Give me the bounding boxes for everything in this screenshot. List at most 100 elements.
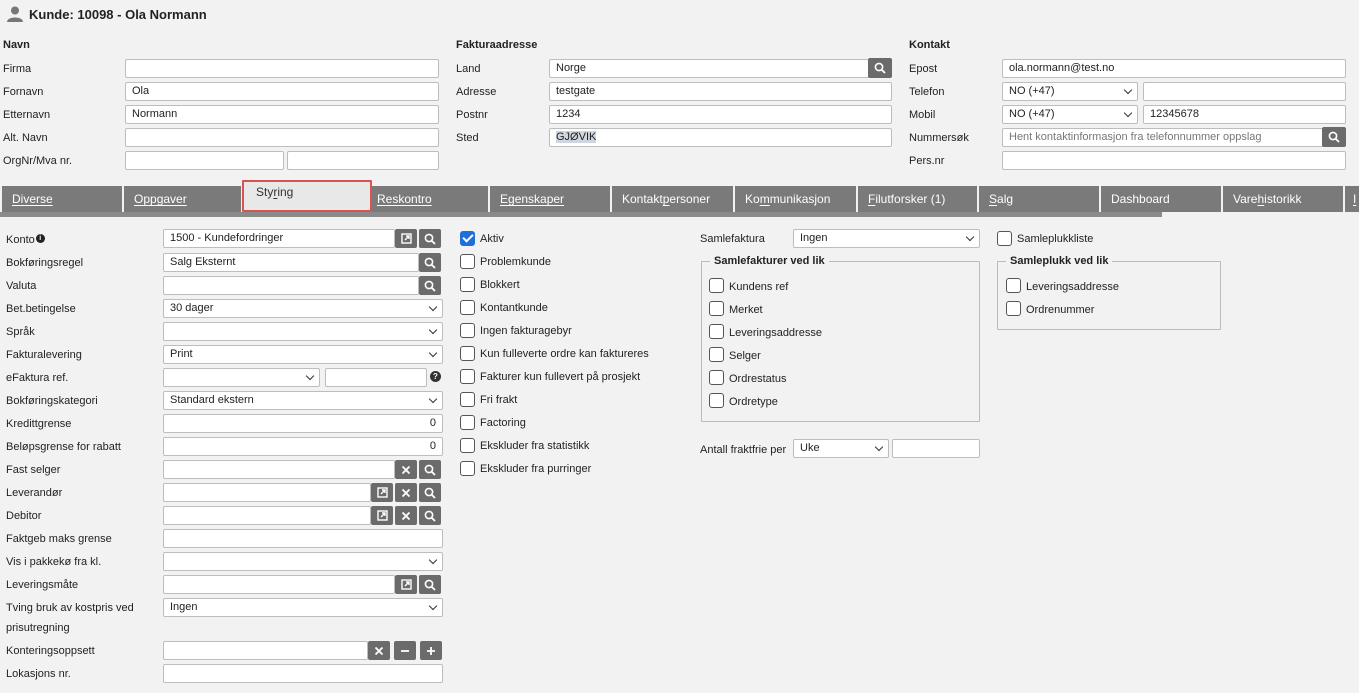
- checkbox[interactable]: [460, 369, 475, 384]
- persnr-input[interactable]: [1002, 151, 1346, 170]
- search-icon: [424, 233, 436, 245]
- tab-diverse[interactable]: Diverse: [2, 186, 122, 212]
- debitor-input[interactable]: [163, 506, 371, 525]
- firma-label: Firma: [3, 63, 32, 75]
- tab-filutforsker[interactable]: Filutforsker (1): [858, 186, 977, 212]
- checkbox[interactable]: [460, 415, 475, 430]
- checkbox[interactable]: [460, 277, 475, 292]
- tab-varehistorikk[interactable]: Varehistorikk: [1223, 186, 1343, 212]
- tab-dashboard[interactable]: Dashboard: [1101, 186, 1221, 212]
- leveringsmate-open-button[interactable]: [395, 575, 417, 594]
- land-search-button[interactable]: [868, 58, 892, 78]
- samleplukkliste-checkbox[interactable]: [997, 231, 1012, 246]
- checkbox[interactable]: [460, 346, 475, 361]
- leveringsmate-input[interactable]: [163, 575, 395, 594]
- leverandor-open-button[interactable]: [371, 483, 393, 502]
- telefon-input[interactable]: [1143, 82, 1346, 101]
- checkbox[interactable]: [460, 461, 475, 476]
- debitor-open-button[interactable]: [371, 506, 393, 525]
- tab-salg[interactable]: Salg: [979, 186, 1099, 212]
- tab-styring[interactable]: Styring: [242, 180, 372, 212]
- konto-open-button[interactable]: [395, 229, 417, 248]
- fast-selger-clear-button[interactable]: [395, 460, 417, 479]
- tab-reskontro[interactable]: Reskontro: [367, 186, 488, 212]
- checkbox[interactable]: [460, 323, 475, 338]
- tab-kommunikasjon[interactable]: Kommunikasjon: [735, 186, 856, 212]
- tab-oppgaver[interactable]: Oppgaver: [124, 186, 241, 212]
- checkbox[interactable]: [460, 231, 475, 246]
- leverandor-clear-button[interactable]: [395, 483, 417, 502]
- firma-input[interactable]: [125, 59, 439, 78]
- tab-overflow[interactable]: I: [1345, 186, 1359, 212]
- external-link-icon: [400, 233, 412, 244]
- leverandor-search-button[interactable]: [419, 483, 441, 502]
- vis-pakkeko-select[interactable]: [163, 552, 443, 571]
- samlefakturer-checkbox[interactable]: [709, 370, 724, 385]
- checkbox-label: Factoring: [480, 417, 526, 429]
- land-input[interactable]: Norge: [549, 59, 869, 78]
- checkbox[interactable]: [460, 438, 475, 453]
- checkbox-label: Problemkunde: [480, 256, 551, 268]
- debitor-clear-button[interactable]: [395, 506, 417, 525]
- sted-input[interactable]: GJØVIK: [549, 128, 892, 147]
- info-icon: i: [35, 234, 45, 243]
- sprak-select[interactable]: [163, 322, 443, 341]
- checkbox[interactable]: [460, 254, 475, 269]
- fast-selger-search-button[interactable]: [419, 460, 441, 479]
- tab-egenskaper[interactable]: Egenskaper: [490, 186, 610, 212]
- kontering-input[interactable]: [163, 641, 368, 660]
- mobil-country-select[interactable]: NO (+47): [1002, 105, 1138, 124]
- mobil-input[interactable]: 12345678: [1143, 105, 1346, 124]
- konto-search-button[interactable]: [419, 229, 441, 248]
- tab-kontaktpersoner[interactable]: Kontaktpersoner: [612, 186, 733, 212]
- checkbox[interactable]: [460, 300, 475, 315]
- checkbox[interactable]: [460, 392, 475, 407]
- bokforingsregel-input[interactable]: Salg Eksternt: [163, 253, 419, 272]
- belopsgrense-input[interactable]: 0: [163, 437, 443, 456]
- alt-navn-input[interactable]: [125, 128, 439, 147]
- antall-fraktfrie-select[interactable]: Uke: [793, 439, 889, 458]
- help-icon[interactable]: ?: [430, 371, 441, 382]
- bokforingskategori-select[interactable]: Standard ekstern: [163, 391, 443, 410]
- telefon-country-select[interactable]: NO (+47): [1002, 82, 1138, 101]
- postnr-input[interactable]: 1234: [549, 105, 892, 124]
- faktgeb-input[interactable]: [163, 529, 443, 548]
- samlefakturer-checkbox[interactable]: [709, 301, 724, 316]
- fakturalevering-select[interactable]: Print: [163, 345, 443, 364]
- samleplukk-checkbox[interactable]: [1006, 278, 1021, 293]
- debitor-search-button[interactable]: [419, 506, 441, 525]
- bokforingsregel-search-button[interactable]: [419, 253, 441, 272]
- antall-fraktfrie-input[interactable]: [892, 439, 980, 458]
- kontakt-heading: Kontakt: [909, 39, 950, 51]
- kredittgrense-input[interactable]: 0: [163, 414, 443, 433]
- efaktura-select[interactable]: [163, 368, 320, 387]
- kontering-add-button[interactable]: [420, 641, 442, 660]
- leverandor-input[interactable]: [163, 483, 371, 502]
- kontering-remove-button[interactable]: [394, 641, 416, 660]
- fornavn-input[interactable]: Ola: [125, 82, 439, 101]
- etternavn-input[interactable]: Normann: [125, 105, 439, 124]
- samlefakturer-checkbox[interactable]: [709, 393, 724, 408]
- samlefakturer-checkbox[interactable]: [709, 278, 724, 293]
- kontering-clear-button[interactable]: [368, 641, 390, 660]
- konto-input[interactable]: 1500 - Kundefordringer: [163, 229, 395, 248]
- lokasjon-input[interactable]: [163, 664, 443, 683]
- leveringsmate-search-button[interactable]: [419, 575, 441, 594]
- nummersok-search-button[interactable]: [1322, 127, 1346, 147]
- samlefaktura-select[interactable]: Ingen: [793, 229, 980, 248]
- samlefakturer-checkbox[interactable]: [709, 324, 724, 339]
- epost-input[interactable]: ola.normann@test.no: [1002, 59, 1346, 78]
- valuta-search-button[interactable]: [419, 276, 441, 295]
- samleplukk-checkbox[interactable]: [1006, 301, 1021, 316]
- valuta-input[interactable]: [163, 276, 419, 295]
- samlefakturer-checkbox[interactable]: [709, 347, 724, 362]
- tab-underline: [0, 212, 1162, 217]
- orgnr-input[interactable]: [125, 151, 284, 170]
- nummersok-input[interactable]: Hent kontaktinformasjon fra telefonnumme…: [1002, 128, 1323, 147]
- fast-selger-input[interactable]: [163, 460, 395, 479]
- tving-select[interactable]: Ingen: [163, 598, 443, 617]
- betingelse-select[interactable]: 30 dager: [163, 299, 443, 318]
- mva-input[interactable]: [287, 151, 439, 170]
- adresse-input[interactable]: testgate: [549, 82, 892, 101]
- efaktura-input[interactable]: [325, 368, 427, 387]
